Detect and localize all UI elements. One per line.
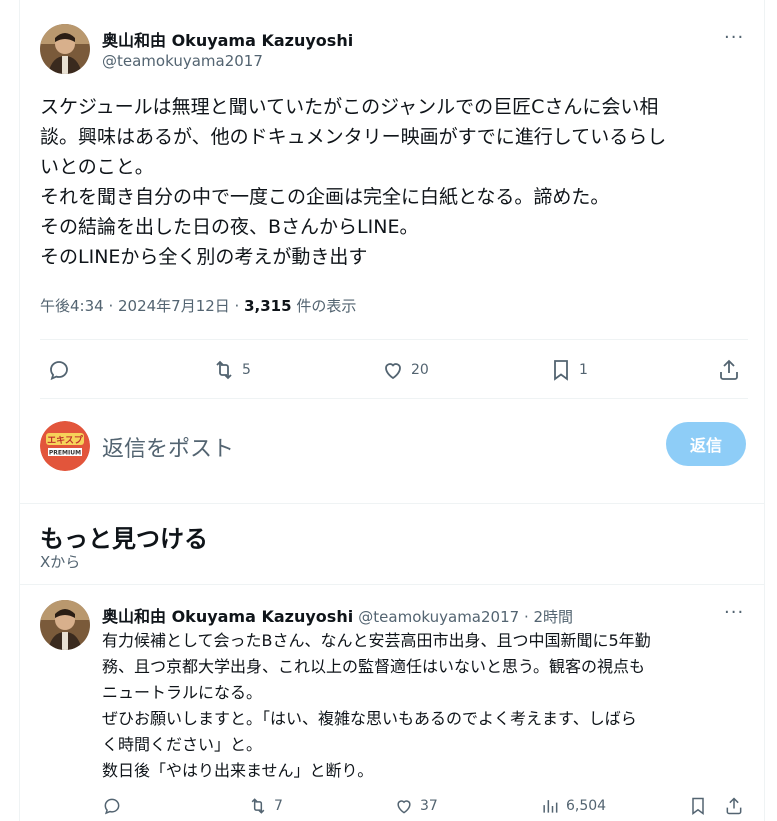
related-reply-button[interactable] <box>102 796 122 816</box>
share-icon <box>726 797 742 815</box>
related-bookmark-button[interactable] <box>688 796 708 816</box>
divider <box>20 584 764 585</box>
retweet-button[interactable]: 5 <box>212 358 251 382</box>
tweet-meta: 午後4:34 · 2024年7月12日 · 3,315 件の表示 <box>40 295 356 316</box>
tweet-timestamp[interactable]: 午後4:34 · 2024年7月12日 · <box>40 297 244 315</box>
retweet-icon <box>216 360 232 380</box>
author-avatar[interactable] <box>40 24 90 74</box>
related-tweet-time[interactable]: · 2時間 <box>519 608 573 626</box>
like-button[interactable]: 20 <box>381 358 429 382</box>
timeline-border-right <box>764 0 765 821</box>
reply-submit-button[interactable]: 返信 <box>666 422 746 466</box>
related-share-button[interactable] <box>724 796 744 816</box>
discover-subtitle: Xから <box>40 553 81 571</box>
author-avatar-image <box>40 24 90 74</box>
related-retweet-count: 7 <box>274 798 283 814</box>
related-author-avatar[interactable] <box>40 600 90 650</box>
related-views-count: 6,504 <box>566 798 607 814</box>
heart-icon <box>385 363 401 380</box>
share-icon <box>720 359 738 380</box>
author-name[interactable]: 奥山和由 Okuyama Kazuyoshi <box>102 27 353 51</box>
retweet-icon <box>251 798 265 814</box>
bookmark-icon <box>692 797 704 815</box>
bookmark-count: 1 <box>579 362 588 378</box>
retweet-count: 5 <box>242 362 251 378</box>
reply-icon <box>104 798 120 815</box>
timeline-border-left <box>19 0 20 821</box>
like-count: 20 <box>411 362 429 378</box>
related-like-count: 37 <box>420 798 438 814</box>
avatar-label-mid: PREMIUM <box>49 450 81 457</box>
analytics-icon <box>543 800 558 813</box>
related-tweet-text: 有力候補として会ったBさん、なんと安芸高田市出身、且つ中国新聞に5年勤 務、且つ… <box>102 631 651 780</box>
discover-title: もっと見つける <box>40 525 208 553</box>
related-retweet-button[interactable]: 7 <box>248 796 283 816</box>
related-more-options-icon[interactable]: ··· <box>724 602 744 623</box>
share-button[interactable] <box>717 358 741 382</box>
view-count: 3,315 <box>244 297 292 315</box>
section-divider <box>20 503 764 504</box>
related-author-name[interactable]: 奥山和由 Okuyama Kazuyoshi <box>102 607 353 626</box>
divider <box>40 398 748 399</box>
related-author-avatar-image <box>40 600 90 650</box>
related-author-handle[interactable]: @teamokuyama2017 <box>358 608 519 626</box>
reply-icon <box>50 361 68 381</box>
current-user-avatar[interactable]: エキスプ PREMIUM <box>40 421 90 471</box>
current-user-avatar-image: エキスプ PREMIUM <box>40 421 90 471</box>
related-views-button[interactable]: 6,504 <box>540 796 606 816</box>
related-like-button[interactable]: 37 <box>394 796 438 816</box>
reply-button[interactable] <box>47 358 71 382</box>
tweet-text: スケジュールは無理と聞いていたがこのジャンルでの巨匠Cさんに会い相 談。興味はあ… <box>40 96 667 268</box>
heart-icon <box>397 800 411 814</box>
divider <box>40 339 748 340</box>
bookmark-button[interactable]: 1 <box>549 358 588 382</box>
bookmark-icon <box>554 360 568 381</box>
more-options-icon[interactable]: ··· <box>724 27 744 48</box>
author-handle[interactable]: @teamokuyama2017 <box>102 52 263 70</box>
related-tweet-header: 奥山和由 Okuyama Kazuyoshi @teamokuyama2017 … <box>102 603 573 627</box>
reply-input[interactable]: 返信をポスト <box>102 431 234 463</box>
avatar-label-top: エキスプ <box>47 434 84 446</box>
view-label: 件の表示 <box>291 297 357 315</box>
